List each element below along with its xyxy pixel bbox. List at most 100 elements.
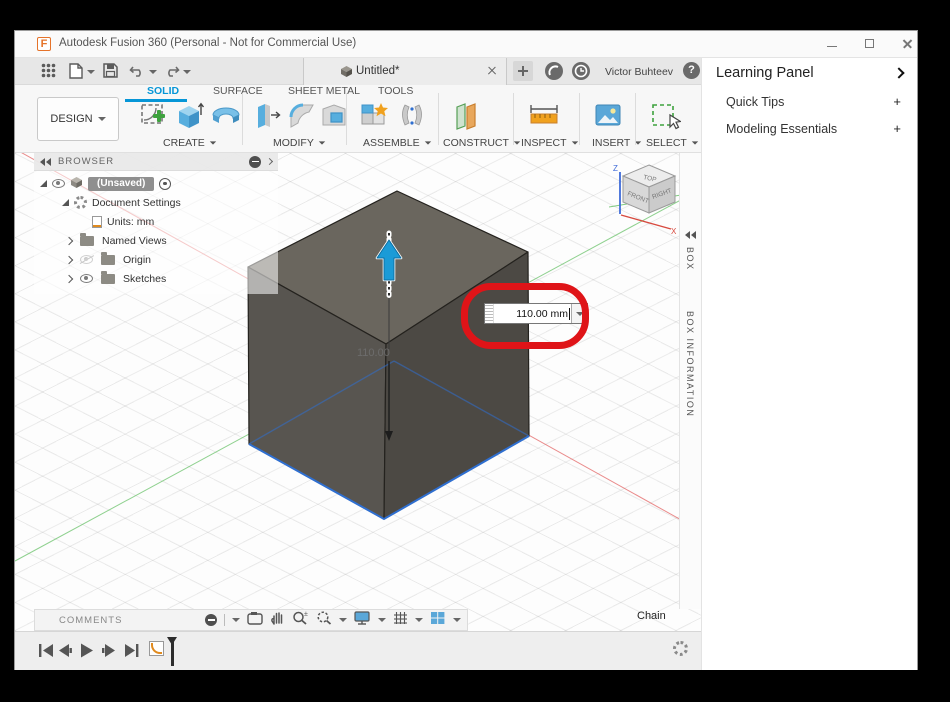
- joint-icon[interactable]: [397, 101, 427, 136]
- tab-sheet-metal[interactable]: SHEET METAL: [288, 85, 360, 102]
- viewports-caret-icon[interactable]: [453, 618, 461, 622]
- expand-triangle-icon[interactable]: [40, 180, 47, 187]
- units-document-icon: [92, 216, 102, 228]
- browser-minus-icon[interactable]: [249, 156, 261, 168]
- distance-readout: 110.00: [357, 347, 390, 359]
- display-settings-icon[interactable]: [354, 611, 371, 630]
- redo-icon[interactable]: [163, 63, 180, 80]
- box-information-dialog-tab[interactable]: BOX INFORMATION: [685, 311, 695, 417]
- help-icon[interactable]: ?: [683, 62, 700, 79]
- expand-plus-icon[interactable]: +: [893, 94, 901, 109]
- tab-surface[interactable]: SURFACE: [213, 85, 263, 102]
- user-account-button[interactable]: Victor Buhteev: [597, 66, 681, 78]
- collapsed-chevron-icon[interactable]: [65, 255, 73, 263]
- plus-icon: [513, 61, 533, 81]
- tab-tools[interactable]: TOOLS: [378, 85, 413, 102]
- new-tab-button[interactable]: [513, 61, 533, 81]
- dimension-dropdown-button[interactable]: [571, 304, 587, 323]
- minimize-button[interactable]: [825, 37, 839, 51]
- chevron-right-icon[interactable]: [893, 67, 904, 78]
- browser-expand-icon[interactable]: [266, 158, 273, 165]
- undo-caret-icon[interactable]: [149, 70, 157, 74]
- tree-item-origin[interactable]: Origin: [34, 250, 278, 269]
- create-sketch-icon[interactable]: [139, 101, 169, 136]
- tree-item-document-settings[interactable]: Document Settings: [34, 193, 278, 212]
- dimension-input[interactable]: 110.00 mm: [516, 308, 568, 320]
- document-tab-close-icon[interactable]: [486, 65, 498, 77]
- workspace-selector[interactable]: DESIGN: [37, 97, 119, 141]
- expand-dialog-icon[interactable]: [685, 231, 697, 239]
- tree-item-named-views[interactable]: Named Views: [34, 231, 278, 250]
- visibility-eye-icon[interactable]: [80, 274, 93, 283]
- file-menu-caret-icon[interactable]: [87, 70, 95, 74]
- new-component-icon[interactable]: [359, 101, 391, 136]
- group-create[interactable]: CREATE: [163, 137, 217, 149]
- expand-plus-icon[interactable]: +: [893, 121, 901, 136]
- insert-image-icon[interactable]: [593, 101, 623, 136]
- file-menu-icon[interactable]: [69, 63, 86, 80]
- window-title: Autodesk Fusion 360 (Personal - Not for …: [59, 37, 356, 49]
- close-button[interactable]: [901, 37, 915, 51]
- pan-hand-icon[interactable]: [270, 610, 285, 630]
- comments-minus-icon[interactable]: [205, 614, 217, 626]
- viewport-canvas[interactable]: 110.00 TOP FRONT RIGHT Z X: [15, 153, 701, 631]
- orbit-icon[interactable]: [247, 611, 263, 630]
- learning-item-modeling-essentials[interactable]: Modeling Essentials +: [702, 115, 917, 142]
- app-grid-icon[interactable]: [41, 63, 58, 80]
- maximize-button[interactable]: [863, 37, 877, 51]
- display-caret-icon[interactable]: [378, 618, 386, 622]
- fit-view-icon[interactable]: [316, 610, 332, 630]
- press-pull-icon[interactable]: [253, 101, 283, 136]
- redo-caret-icon[interactable]: [183, 70, 191, 74]
- shell-icon[interactable]: [319, 101, 349, 136]
- activate-component-icon[interactable]: [159, 178, 171, 190]
- group-construct[interactable]: CONSTRUCT: [443, 137, 521, 149]
- tree-item-sketches[interactable]: Sketches: [34, 269, 278, 288]
- timeline-position-marker[interactable]: [164, 637, 178, 667]
- group-inspect[interactable]: INSPECT: [521, 137, 579, 149]
- comments-caret-icon[interactable]: [232, 618, 240, 622]
- group-inspect-label: INSPECT: [521, 137, 567, 149]
- tree-item-units[interactable]: Units: mm: [34, 212, 278, 231]
- timeline-settings-gear-icon[interactable]: [673, 641, 688, 656]
- tree-item-sketches-label: Sketches: [123, 273, 166, 285]
- browser-header[interactable]: BROWSER: [34, 153, 278, 171]
- grid-caret-icon[interactable]: [415, 618, 423, 622]
- collapsed-chevron-icon[interactable]: [65, 236, 73, 244]
- job-status-clock-icon[interactable]: [572, 62, 590, 80]
- group-assemble[interactable]: ASSEMBLE: [363, 137, 432, 149]
- group-modify[interactable]: MODIFY: [273, 137, 326, 149]
- select-icon[interactable]: [649, 101, 681, 136]
- ribbon: DESIGN SOLID SURFACE SHEET METAL TOOLS C…: [15, 85, 701, 153]
- comments-label[interactable]: COMMENTS: [59, 615, 122, 626]
- extrude-icon[interactable]: [173, 101, 205, 136]
- timeline-sketch-feature[interactable]: [149, 641, 164, 656]
- main-toolbar: Untitled* Victor Buhteev ?: [15, 58, 701, 85]
- viewports-icon[interactable]: [430, 611, 446, 630]
- construct-plane-icon[interactable]: [451, 101, 483, 136]
- collapse-left-icon[interactable]: [40, 158, 52, 166]
- undo-icon[interactable]: [129, 63, 146, 80]
- extensions-icon[interactable]: [545, 62, 563, 80]
- revolve-icon[interactable]: [209, 101, 243, 136]
- document-tab[interactable]: Untitled*: [303, 58, 507, 85]
- visibility-off-eye-icon[interactable]: [80, 255, 93, 264]
- group-select[interactable]: SELECT: [646, 137, 699, 149]
- group-select-label: SELECT: [646, 137, 687, 149]
- tree-item-unsaved[interactable]: (Unsaved): [34, 174, 278, 193]
- inspect-measure-icon[interactable]: [527, 101, 561, 136]
- fit-caret-icon[interactable]: [339, 618, 347, 622]
- drag-grip-icon[interactable]: [485, 304, 494, 323]
- timeline-playback[interactable]: [39, 642, 149, 660]
- save-icon[interactable]: [103, 63, 120, 80]
- fillet-icon[interactable]: [287, 101, 317, 136]
- grid-snaps-icon[interactable]: [393, 611, 408, 630]
- learning-item-quick-tips[interactable]: Quick Tips +: [702, 88, 917, 115]
- zoom-icon[interactable]: ±: [292, 610, 309, 630]
- collapsed-chevron-icon[interactable]: [65, 274, 73, 282]
- dimension-input-widget[interactable]: 110.00 mm: [484, 303, 588, 324]
- expand-triangle-icon[interactable]: [62, 199, 69, 206]
- box-dialog-tab[interactable]: BOX: [685, 247, 695, 271]
- learning-panel-header[interactable]: Learning Panel: [702, 58, 917, 88]
- visibility-eye-icon[interactable]: [52, 179, 65, 188]
